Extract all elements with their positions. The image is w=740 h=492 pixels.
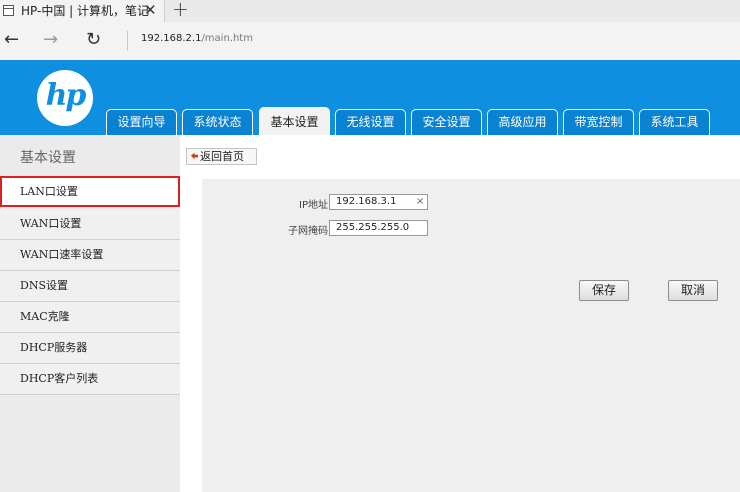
back-home-label: 返回首页	[200, 150, 244, 163]
tab-bandwidth-control[interactable]: 带宽控制	[563, 109, 634, 135]
hp-logo: hp	[37, 70, 93, 126]
tab-security-settings[interactable]: 安全设置	[411, 109, 482, 135]
sidebar-item-dhcp-clients[interactable]: DHCP客户列表	[0, 364, 180, 395]
tab-basic-settings[interactable]: 基本设置	[259, 107, 330, 135]
back-home-icon	[190, 152, 199, 160]
address-divider	[127, 31, 128, 51]
forward-arrow-icon[interactable]: →	[43, 29, 58, 51]
refresh-icon[interactable]: ↻	[86, 29, 101, 51]
new-tab-icon[interactable]: +	[172, 0, 189, 20]
sidebar-item-mac-clone[interactable]: MAC克隆	[0, 302, 180, 333]
ip-address-label: IP地址	[299, 200, 328, 211]
sidebar-item-wan-speed[interactable]: WAN口速率设置	[0, 240, 180, 271]
browser-tab[interactable]: HP-中国 | 计算机，笔记 ✕	[0, 0, 165, 22]
logo-text: hp	[45, 78, 87, 113]
url-path: /main.htm	[201, 33, 253, 44]
sidebar-item-lan[interactable]: LAN口设置	[0, 176, 180, 207]
sidebar-title: 基本设置	[20, 150, 76, 166]
sidebar-item-dns[interactable]: DNS设置	[0, 271, 180, 302]
tab-advanced[interactable]: 高级应用	[487, 109, 558, 135]
close-icon[interactable]: ✕	[144, 0, 157, 20]
content-area: 返回首页 IP地址 192.168.3.1 × 子网掩码 255.255.255…	[180, 135, 740, 492]
subnet-mask-label: 子网掩码	[288, 226, 328, 237]
address-bar: ← → ↻ 192.168.2.1/main.htm	[0, 22, 740, 60]
url-host: 192.168.2.1	[141, 33, 202, 44]
ip-address-input[interactable]: 192.168.3.1 ×	[329, 194, 428, 210]
back-home-button[interactable]: 返回首页	[186, 148, 257, 165]
sidebar: 基本设置 LAN口设置 WAN口设置 WAN口速率设置 DNS设置 MAC克隆 …	[0, 135, 180, 492]
save-button[interactable]: 保存	[579, 280, 629, 301]
cancel-button[interactable]: 取消	[668, 280, 718, 301]
tab-system-tools[interactable]: 系统工具	[639, 109, 710, 135]
tab-wireless-settings[interactable]: 无线设置	[335, 109, 406, 135]
tab-system-status[interactable]: 系统状态	[182, 109, 253, 135]
lan-settings-panel: IP地址 192.168.3.1 × 子网掩码 255.255.255.0 保存…	[202, 179, 740, 492]
tab-title: HP-中国 | 计算机，笔记	[21, 4, 149, 18]
page-icon	[3, 5, 14, 16]
sidebar-item-dhcp-server[interactable]: DHCP服务器	[0, 333, 180, 364]
back-arrow-icon[interactable]: ←	[4, 29, 19, 51]
browser-tab-strip: HP-中国 | 计算机，笔记 ✕ +	[0, 0, 740, 22]
tab-setup-wizard[interactable]: 设置向导	[106, 109, 177, 135]
sidebar-item-wan[interactable]: WAN口设置	[0, 209, 180, 240]
url-field[interactable]: 192.168.2.1/main.htm	[141, 33, 253, 44]
router-header: hp 设置向导 系统状态 基本设置 无线设置 安全设置 高级应用 带宽控制 系统…	[0, 60, 740, 135]
ip-address-value: 192.168.3.1	[336, 196, 397, 207]
subnet-mask-value: 255.255.255.0	[336, 222, 410, 233]
subnet-mask-input[interactable]: 255.255.255.0	[329, 220, 428, 236]
clear-icon[interactable]: ×	[416, 195, 424, 209]
